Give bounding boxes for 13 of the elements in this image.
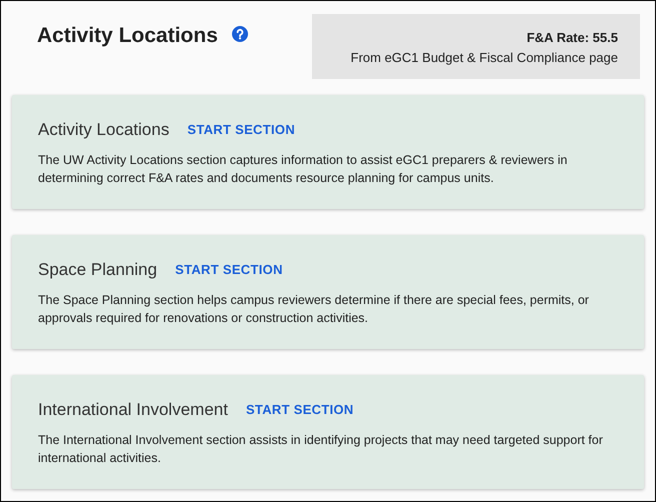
- start-section-button[interactable]: START SECTION: [175, 260, 283, 280]
- section-description: The International Involvement section assists in identifying projects that may need targeted support for international activities.: [38, 432, 604, 467]
- section-description: The UW Activity Locations section captures information to assist eGC1 preparers & reviewers in determining correct F&A rates and documents resource planning for campus units.: [38, 152, 568, 187]
- page-title: Activity Locations: [37, 23, 218, 49]
- section-description: The Space Planning section helps campus reviewers determine if there are special fees, permits, or approvals required for renovations or construction activities.: [38, 292, 590, 327]
- rate-label: F&A Rate: 55.5: [526, 28, 618, 46]
- start-section-button[interactable]: START SECTION: [246, 400, 354, 420]
- start-section-button[interactable]: START SECTION: [187, 120, 296, 140]
- section-title: Space Planning: [38, 259, 158, 281]
- rate-source: From eGC1 Budget & Fiscal Compliance page: [350, 48, 618, 66]
- help-icon[interactable]: [232, 26, 248, 42]
- section-title: International Involvement: [38, 399, 228, 421]
- section-title: Activity Locations: [38, 119, 170, 141]
